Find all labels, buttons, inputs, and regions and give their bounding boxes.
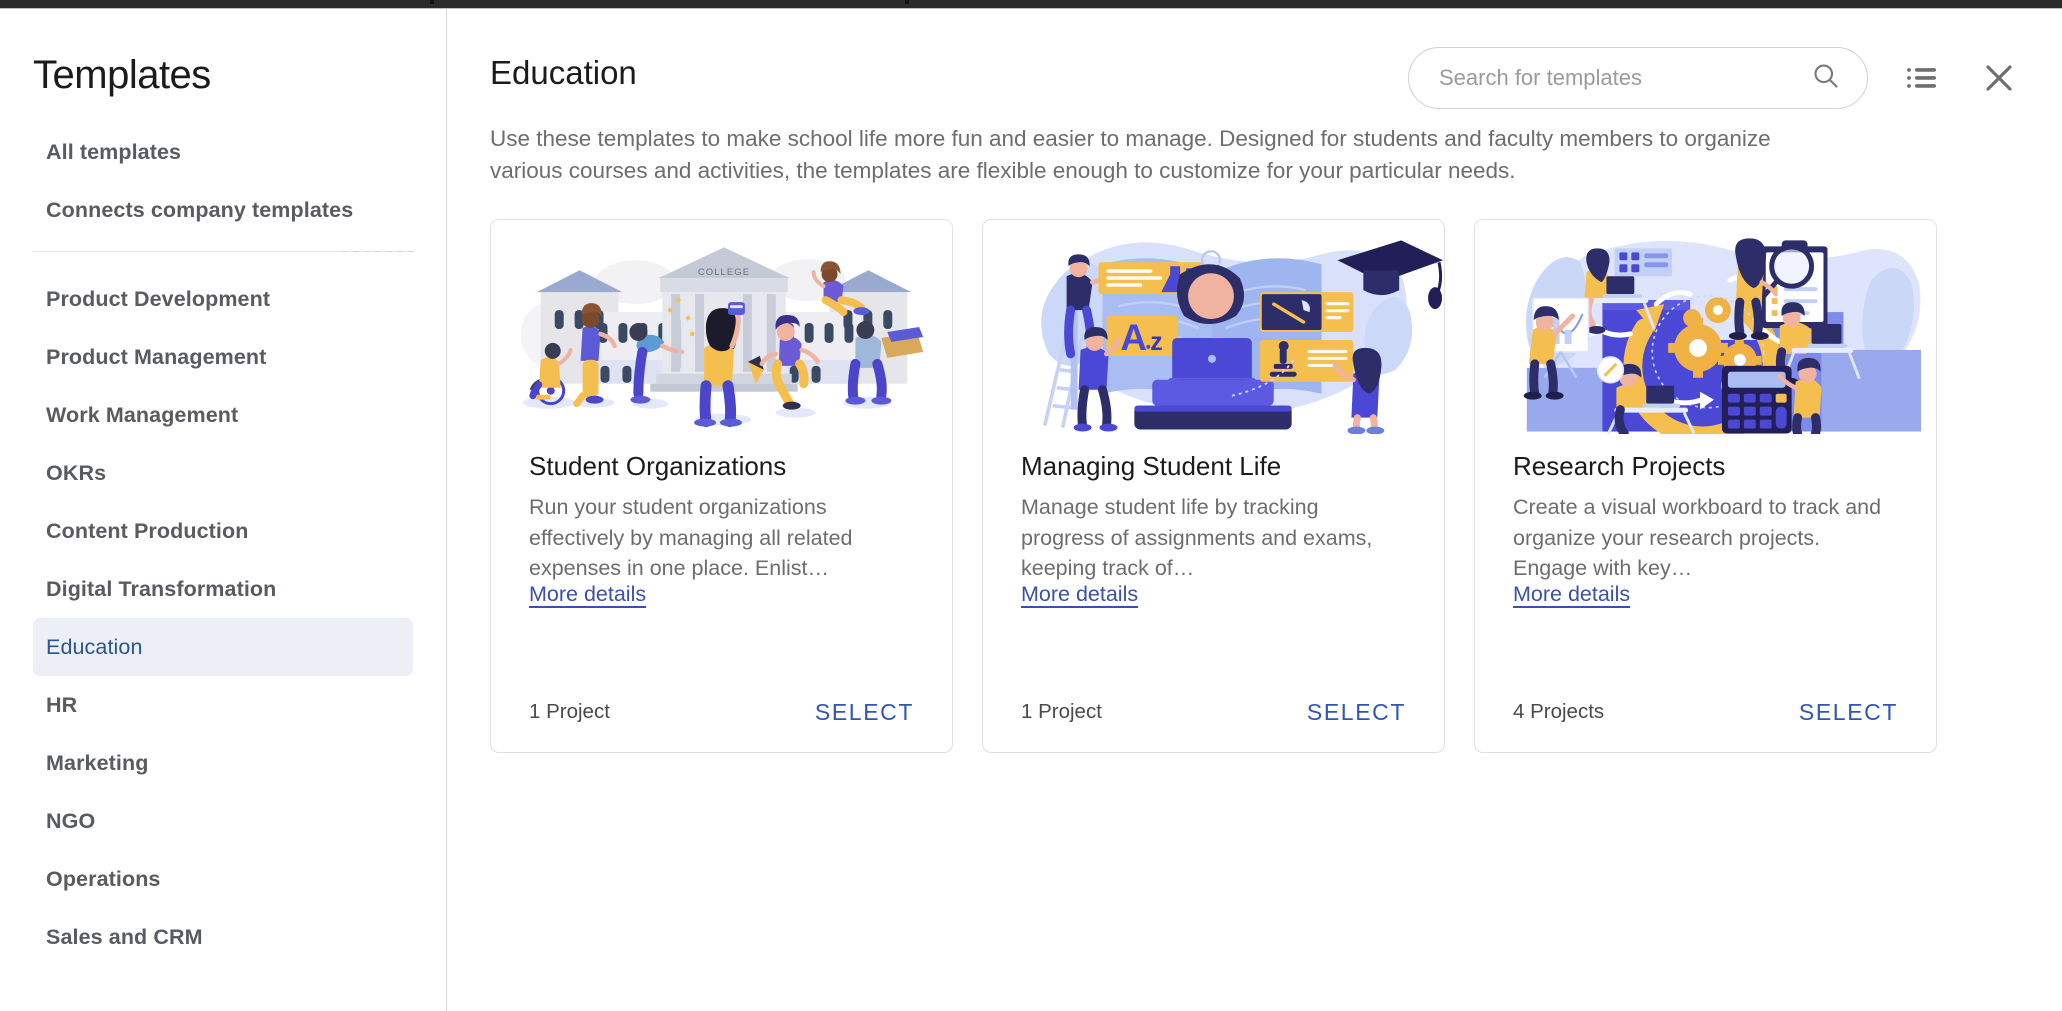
sidebar-item-sales-and-crm[interactable]: Sales and CRM [33,908,413,966]
template-card[interactable]: A z Managing Student Life Manage student… [982,218,1445,753]
sidebar-item-digital-transformation[interactable]: Digital Transformation [33,560,413,618]
template-card[interactable]: COLLEGE Student Organizations Run your s… [490,218,953,753]
close-icon[interactable] [1972,51,2026,105]
templates-window: Templates All templates Connects company… [0,0,2062,1011]
titlebar-marker-right [905,0,909,4]
card-title: Managing Student Life [1021,450,1282,481]
sidebar-title: Templates [33,53,211,97]
select-button[interactable]: SELECT [1799,699,1898,726]
sidebar-item-marketing[interactable]: Marketing [33,734,413,792]
svg-text:A: A [1120,317,1147,358]
card-description: Run your student organizations effective… [529,495,853,581]
category-description: Use these templates to make school life … [490,126,1771,183]
more-details-link[interactable]: More details [1021,581,1139,607]
research-workflow-gears-illustration [1475,219,1936,434]
card-footer: 4 Projects SELECT [1475,699,1936,752]
sidebar-item-all-templates[interactable]: All templates [33,123,413,181]
templates-sidebar: Templates All templates Connects company… [0,9,447,1011]
svg-text:COLLEGE: COLLEGE [698,267,750,278]
select-button[interactable]: SELECT [815,699,914,726]
card-description: Manage student life by tracking progress… [1021,495,1373,581]
templates-main: Education Search for templates Use these… [447,9,2062,1011]
college-campus-students-illustration: COLLEGE [491,219,952,434]
project-count: 1 Project [1021,700,1102,724]
card-footer: 1 Project SELECT [491,699,952,752]
template-card-grid: COLLEGE Student Organizations Run your s… [447,187,2062,753]
sidebar-divider [33,251,414,252]
sidebar-item-content-production[interactable]: Content Production [33,502,413,560]
select-button[interactable]: SELECT [1307,699,1406,726]
sidebar-item-education[interactable]: Education [33,618,413,676]
more-details-link[interactable]: More details [1513,581,1631,607]
sidebar-item-work-management[interactable]: Work Management [33,386,413,444]
search-icon [1811,61,1841,96]
sidebar-nav: All templates Connects company templates… [0,123,446,966]
sidebar-item-ngo[interactable]: NGO [33,792,413,850]
sidebar-item-hr[interactable]: HR [33,676,413,734]
card-title: Research Projects [1513,450,1726,481]
sidebar-item-operations[interactable]: Operations [33,850,413,908]
student-studying-book-illustration: A z [983,219,1444,434]
more-details-link[interactable]: More details [529,581,647,607]
window-titlebar [0,0,2062,9]
search-input[interactable] [1439,65,1811,91]
project-count: 4 Projects [1513,700,1605,724]
card-title: Student Organizations [529,450,787,481]
header-actions [1408,45,2030,109]
svg-text:z: z [1150,328,1162,356]
sidebar-item-connects-company-templates[interactable]: Connects company templates [33,181,413,239]
titlebar-marker-left [430,0,434,4]
main-header: Education [447,9,2062,117]
search-box[interactable] [1408,47,1868,109]
sidebar-item-okrs[interactable]: OKRs [33,444,413,502]
list-view-icon[interactable] [1896,51,1950,105]
page-title: Education [490,54,637,91]
card-description: Create a visual workboard to track and o… [1513,495,1882,581]
sidebar-item-product-development[interactable]: Product Development [33,270,413,328]
project-count: 1 Project [529,700,610,724]
card-footer: 1 Project SELECT [983,699,1444,752]
sidebar-item-product-management[interactable]: Product Management [33,328,413,386]
template-card[interactable]: Research Projects Create a visual workbo… [1474,218,1937,753]
